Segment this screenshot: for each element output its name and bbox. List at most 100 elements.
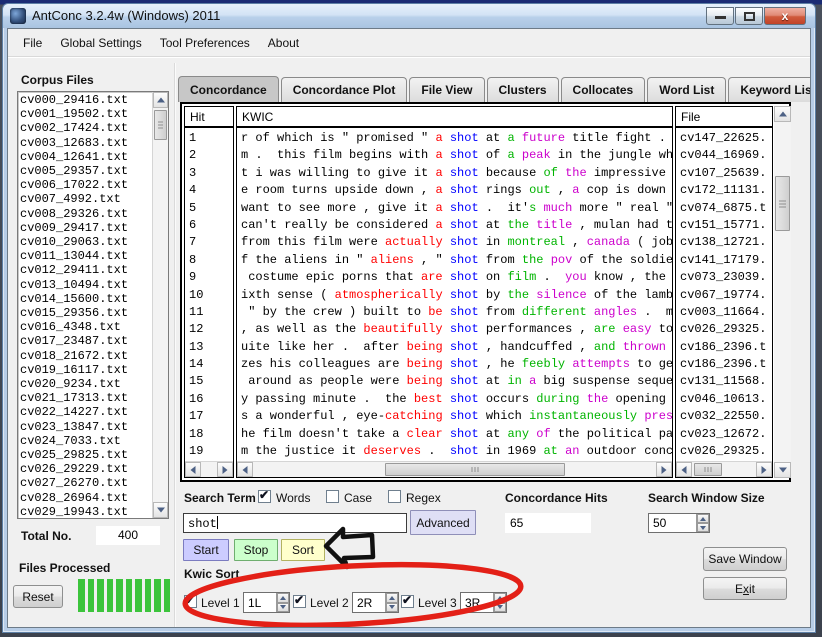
- corpus-file-item[interactable]: cv005_29357.txt: [20, 164, 151, 178]
- maximize-button[interactable]: [735, 7, 763, 25]
- kwic-row[interactable]: want to see more , give it a shot . it's…: [237, 200, 672, 217]
- menu-item-tool-preferences[interactable]: Tool Preferences: [151, 29, 259, 57]
- kwic-row[interactable]: y passing minute . the best shot occurs …: [237, 391, 672, 408]
- kwic-row[interactable]: m the justice it deserves . shot in 1969…: [237, 443, 672, 460]
- tab-clusters[interactable]: Clusters: [487, 77, 559, 102]
- level-1-spinner[interactable]: 1L: [243, 592, 290, 613]
- corpus-file-item[interactable]: cv021_17313.txt: [20, 391, 151, 405]
- scroll-left-button[interactable]: [676, 462, 692, 477]
- corpus-file-item[interactable]: cv026_29229.txt: [20, 462, 151, 476]
- level-3-checkbox[interactable]: [401, 595, 414, 608]
- scroll-thumb[interactable]: [775, 176, 790, 231]
- search-window-size-spinner[interactable]: 50: [648, 513, 710, 533]
- corpus-file-item[interactable]: cv008_29326.txt: [20, 207, 151, 221]
- tab-word-list[interactable]: Word List: [647, 77, 726, 102]
- hit-hscrollbar[interactable]: [185, 461, 233, 477]
- scroll-left-button[interactable]: [237, 462, 253, 477]
- level-3-spinner[interactable]: 3R: [460, 592, 507, 613]
- kwic-row[interactable]: m . this film begins with a shot of a pe…: [237, 147, 672, 164]
- menu-item-file[interactable]: File: [14, 29, 51, 57]
- corpus-file-list[interactable]: cv000_29416.txtcv001_19502.txtcv002_1742…: [17, 91, 169, 519]
- reset-button[interactable]: Reset: [13, 585, 63, 608]
- menu-item-global-settings[interactable]: Global Settings: [51, 29, 150, 57]
- tab-file-view[interactable]: File View: [409, 77, 484, 102]
- level-2-checkbox[interactable]: [293, 595, 306, 608]
- kwic-row[interactable]: he film doesn't take a clear shot at any…: [237, 426, 672, 443]
- menu-item-about[interactable]: About: [259, 29, 308, 57]
- spin-up-button[interactable]: [697, 514, 709, 523]
- spin-down-button[interactable]: [386, 603, 398, 613]
- scroll-down-button[interactable]: [774, 462, 791, 478]
- corpus-file-item[interactable]: cv028_26964.txt: [20, 491, 151, 505]
- corpus-file-item[interactable]: cv027_26270.txt: [20, 476, 151, 490]
- kwic-row[interactable]: s a wonderful , eye-catching shot which …: [237, 408, 672, 425]
- search-input[interactable]: shot: [183, 513, 407, 533]
- hit-header[interactable]: Hit: [185, 107, 233, 128]
- corpus-file-item[interactable]: cv023_13847.txt: [20, 420, 151, 434]
- corpus-file-items[interactable]: cv000_29416.txtcv001_19502.txtcv002_1742…: [20, 93, 151, 517]
- corpus-list-scrollbar[interactable]: [152, 92, 168, 518]
- title-bar[interactable]: AntConc 3.2.4w (Windows) 2011 x: [3, 4, 815, 28]
- corpus-file-item[interactable]: cv014_15600.txt: [20, 292, 151, 306]
- corpus-file-item[interactable]: cv017_23487.txt: [20, 334, 151, 348]
- file-hscrollbar[interactable]: [676, 461, 772, 477]
- scroll-left-button[interactable]: [185, 462, 201, 477]
- kwic-row[interactable]: , as well as the beautifully shot perfor…: [237, 321, 672, 338]
- tab-concordance[interactable]: Concordance: [178, 76, 279, 102]
- corpus-file-item[interactable]: cv022_14227.txt: [20, 405, 151, 419]
- spin-up-button[interactable]: [494, 593, 506, 603]
- corpus-file-item[interactable]: cv011_13044.txt: [20, 249, 151, 263]
- corpus-file-item[interactable]: cv015_29356.txt: [20, 306, 151, 320]
- kwic-row[interactable]: " by the crew ) built to be shot from di…: [237, 304, 672, 321]
- stop-button[interactable]: Stop: [234, 539, 278, 561]
- corpus-file-item[interactable]: cv018_21672.txt: [20, 349, 151, 363]
- kwic-row[interactable]: around as people were being shot at in a…: [237, 373, 672, 390]
- sort-button[interactable]: Sort: [281, 539, 325, 561]
- corpus-file-item[interactable]: cv024_7033.txt: [20, 434, 151, 448]
- corpus-file-item[interactable]: cv020_9234.txt: [20, 377, 151, 391]
- scroll-right-button[interactable]: [656, 462, 672, 477]
- corpus-file-item[interactable]: cv004_12641.txt: [20, 150, 151, 164]
- kwic-row[interactable]: ixth sense ( atmospherically shot by the…: [237, 287, 672, 304]
- kwic-hscrollbar[interactable]: [237, 461, 672, 477]
- advanced-button[interactable]: Advanced: [410, 510, 476, 535]
- table-vscrollbar[interactable]: [774, 106, 791, 478]
- scroll-up-button[interactable]: [774, 106, 791, 122]
- corpus-file-item[interactable]: cv007_4992.txt: [20, 192, 151, 206]
- corpus-file-item[interactable]: cv009_29417.txt: [20, 221, 151, 235]
- regex-checkbox[interactable]: [388, 490, 401, 503]
- kwic-header[interactable]: KWIC: [237, 107, 672, 128]
- words-checkbox[interactable]: [258, 490, 271, 503]
- close-button[interactable]: x: [764, 7, 806, 25]
- corpus-file-item[interactable]: cv012_29411.txt: [20, 263, 151, 277]
- kwic-row[interactable]: e room turns upside down , a shot rings …: [237, 182, 672, 199]
- save-window-button[interactable]: Save Window: [703, 547, 787, 571]
- kwic-row[interactable]: f the aliens in " aliens , " shot from t…: [237, 252, 672, 269]
- corpus-file-item[interactable]: cv001_19502.txt: [20, 107, 151, 121]
- corpus-file-item[interactable]: cv016_4348.txt: [20, 320, 151, 334]
- scroll-up-button[interactable]: [153, 92, 168, 108]
- spin-down-button[interactable]: [697, 523, 709, 532]
- spin-up-button[interactable]: [277, 593, 289, 603]
- kwic-row[interactable]: costume epic porns that are shot on film…: [237, 269, 672, 286]
- scroll-thumb[interactable]: [154, 110, 167, 140]
- tab-collocates[interactable]: Collocates: [561, 77, 646, 102]
- spin-down-button[interactable]: [494, 603, 506, 613]
- kwic-row[interactable]: can't really be considered a shot at the…: [237, 217, 672, 234]
- tab-concordance-plot[interactable]: Concordance Plot: [281, 77, 408, 102]
- scroll-thumb[interactable]: [385, 463, 565, 476]
- spin-down-button[interactable]: [277, 603, 289, 613]
- corpus-file-item[interactable]: cv019_16117.txt: [20, 363, 151, 377]
- kwic-row[interactable]: t i was willing to give it a shot becaus…: [237, 165, 672, 182]
- level-1-checkbox[interactable]: [184, 595, 197, 608]
- kwic-row[interactable]: uite like her . after being shot , handc…: [237, 339, 672, 356]
- corpus-file-item[interactable]: cv010_29063.txt: [20, 235, 151, 249]
- kwic-row[interactable]: zes his colleagues are being shot , he f…: [237, 356, 672, 373]
- spin-up-button[interactable]: [386, 593, 398, 603]
- tab-keyword-list[interactable]: Keyword List: [728, 77, 811, 102]
- scroll-thumb[interactable]: [694, 463, 722, 476]
- case-checkbox[interactable]: [326, 490, 339, 503]
- exit-button[interactable]: Exit: [703, 577, 787, 600]
- kwic-row[interactable]: r of which is " promised " a shot at a f…: [237, 130, 672, 147]
- minimize-button[interactable]: [706, 7, 734, 25]
